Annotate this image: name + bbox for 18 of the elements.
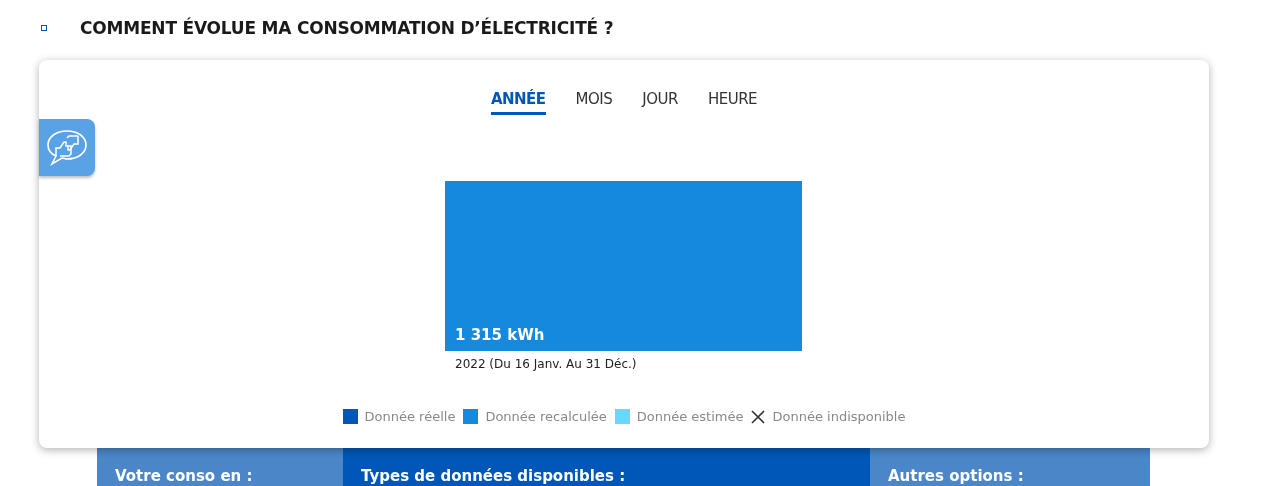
legend-label: Donnée indisponible — [772, 409, 906, 424]
period-tab[interactable]: HEURE — [707, 88, 758, 115]
value-label: 1 315 kWh — [455, 326, 545, 344]
legend-label: Donnée recalculée — [485, 409, 607, 424]
period-tab[interactable]: ANNÉE — [490, 88, 546, 115]
section-title: COMMENT ÉVOLUE MA CONSOMMATION D’ÉLECTRICITÉ ? — [80, 18, 614, 38]
period-tab[interactable]: JOUR — [642, 88, 678, 115]
cross-icon — [751, 409, 766, 424]
thumbs-icon — [44, 127, 90, 168]
panel-title: Types de données disponibles : — [361, 467, 626, 485]
panel-title: Autres options : — [888, 467, 1024, 485]
period-tab[interactable]: MOIS — [575, 88, 613, 115]
period-label: 2022 (Du 16 Janv. Au 31 Déc.) — [455, 357, 638, 371]
feedback-button[interactable] — [39, 119, 95, 176]
bullet-icon — [41, 25, 47, 31]
legend-label: Donnée réelle — [364, 409, 456, 424]
panel-title: Votre conso en : — [115, 467, 253, 485]
legend-label: Donnée estimée — [636, 409, 744, 424]
